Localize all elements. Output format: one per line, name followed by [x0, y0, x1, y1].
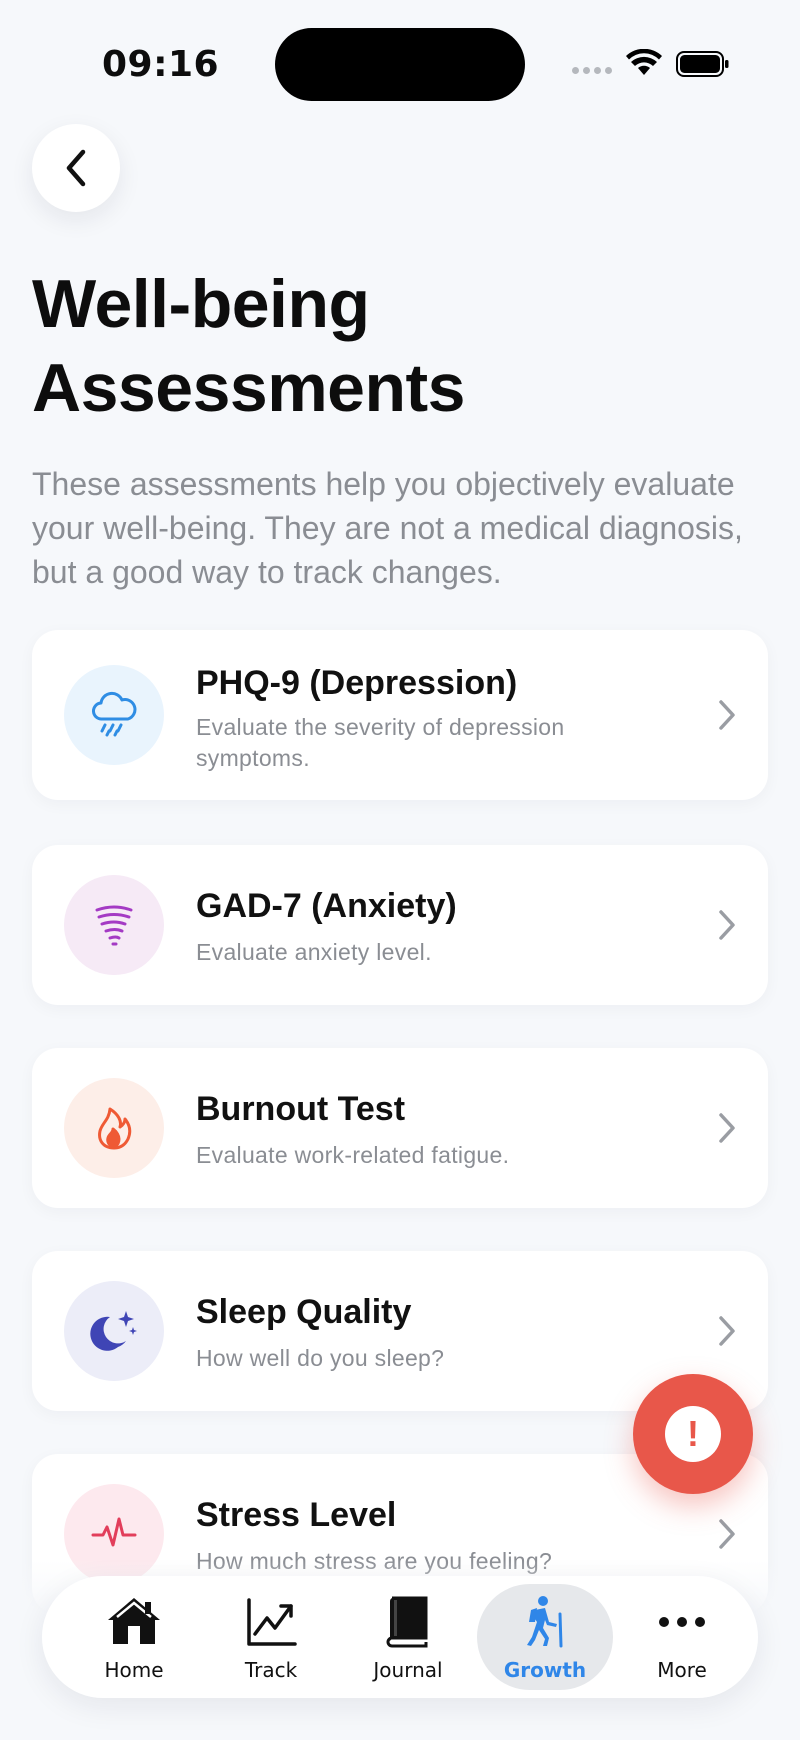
page-title: Well-being Assessments — [32, 266, 465, 426]
chevron-right-icon — [719, 1519, 735, 1549]
assessment-card-burnout[interactable]: Burnout Test Evaluate work-related fatig… — [32, 1048, 768, 1208]
card-subtitle: Evaluate work-related fatigue. — [196, 1142, 510, 1168]
chevron-right-icon — [719, 910, 735, 940]
tab-label: Home — [104, 1658, 164, 1682]
dynamic-island — [275, 28, 525, 101]
assessment-card-gad7[interactable]: GAD-7 (Anxiety) Evaluate anxiety level. — [32, 845, 768, 1005]
tornado-icon — [64, 875, 164, 975]
tab-bar: Home Track Journal Growth More — [42, 1576, 758, 1698]
tab-label: More — [657, 1658, 707, 1682]
card-title: Burnout Test — [196, 1090, 406, 1128]
alert-icon: ! — [665, 1406, 721, 1462]
chart-line-icon — [247, 1598, 297, 1646]
wifi-icon — [626, 49, 662, 75]
battery-icon — [676, 51, 729, 77]
tab-label: Track — [244, 1658, 298, 1682]
moon-stars-icon — [64, 1281, 164, 1381]
sos-button[interactable]: ! — [633, 1374, 753, 1494]
card-subtitle: Evaluate anxiety level. — [196, 939, 432, 965]
card-subtitle: Evaluate the severity of depression symp… — [196, 714, 565, 771]
card-title: PHQ-9 (Depression) — [196, 664, 518, 702]
chevron-right-icon — [719, 1316, 735, 1346]
hiker-icon — [527, 1596, 563, 1648]
tab-home[interactable]: Home — [66, 1584, 202, 1690]
tab-track[interactable]: Track — [203, 1584, 339, 1690]
assessment-card-phq9[interactable]: PHQ-9 (Depression) Evaluate the severity… — [32, 630, 768, 800]
card-subtitle: How well do you sleep? — [196, 1345, 445, 1371]
card-title: Stress Level — [196, 1496, 397, 1534]
chevron-left-icon — [66, 149, 86, 187]
card-title: GAD-7 (Anxiety) — [196, 887, 457, 925]
card-title: Sleep Quality — [196, 1293, 412, 1331]
cellular-signal-icon — [572, 67, 612, 74]
tab-growth[interactable]: Growth — [477, 1584, 613, 1690]
chevron-right-icon — [719, 1113, 735, 1143]
status-time: 09:16 — [102, 44, 220, 85]
tab-journal[interactable]: Journal — [340, 1584, 476, 1690]
tab-more[interactable]: More — [614, 1584, 750, 1690]
rain-cloud-icon — [64, 665, 164, 765]
book-icon — [386, 1596, 428, 1648]
home-icon — [108, 1598, 160, 1644]
tab-label: Journal — [373, 1658, 443, 1682]
chevron-right-icon — [719, 700, 735, 730]
more-icon — [659, 1617, 705, 1627]
tab-label: Growth — [503, 1658, 587, 1682]
flame-icon — [64, 1078, 164, 1178]
status-bar: 09:16 — [0, 0, 800, 130]
page-description: These assessments help you objectively e… — [32, 466, 743, 590]
back-button[interactable] — [32, 124, 120, 212]
